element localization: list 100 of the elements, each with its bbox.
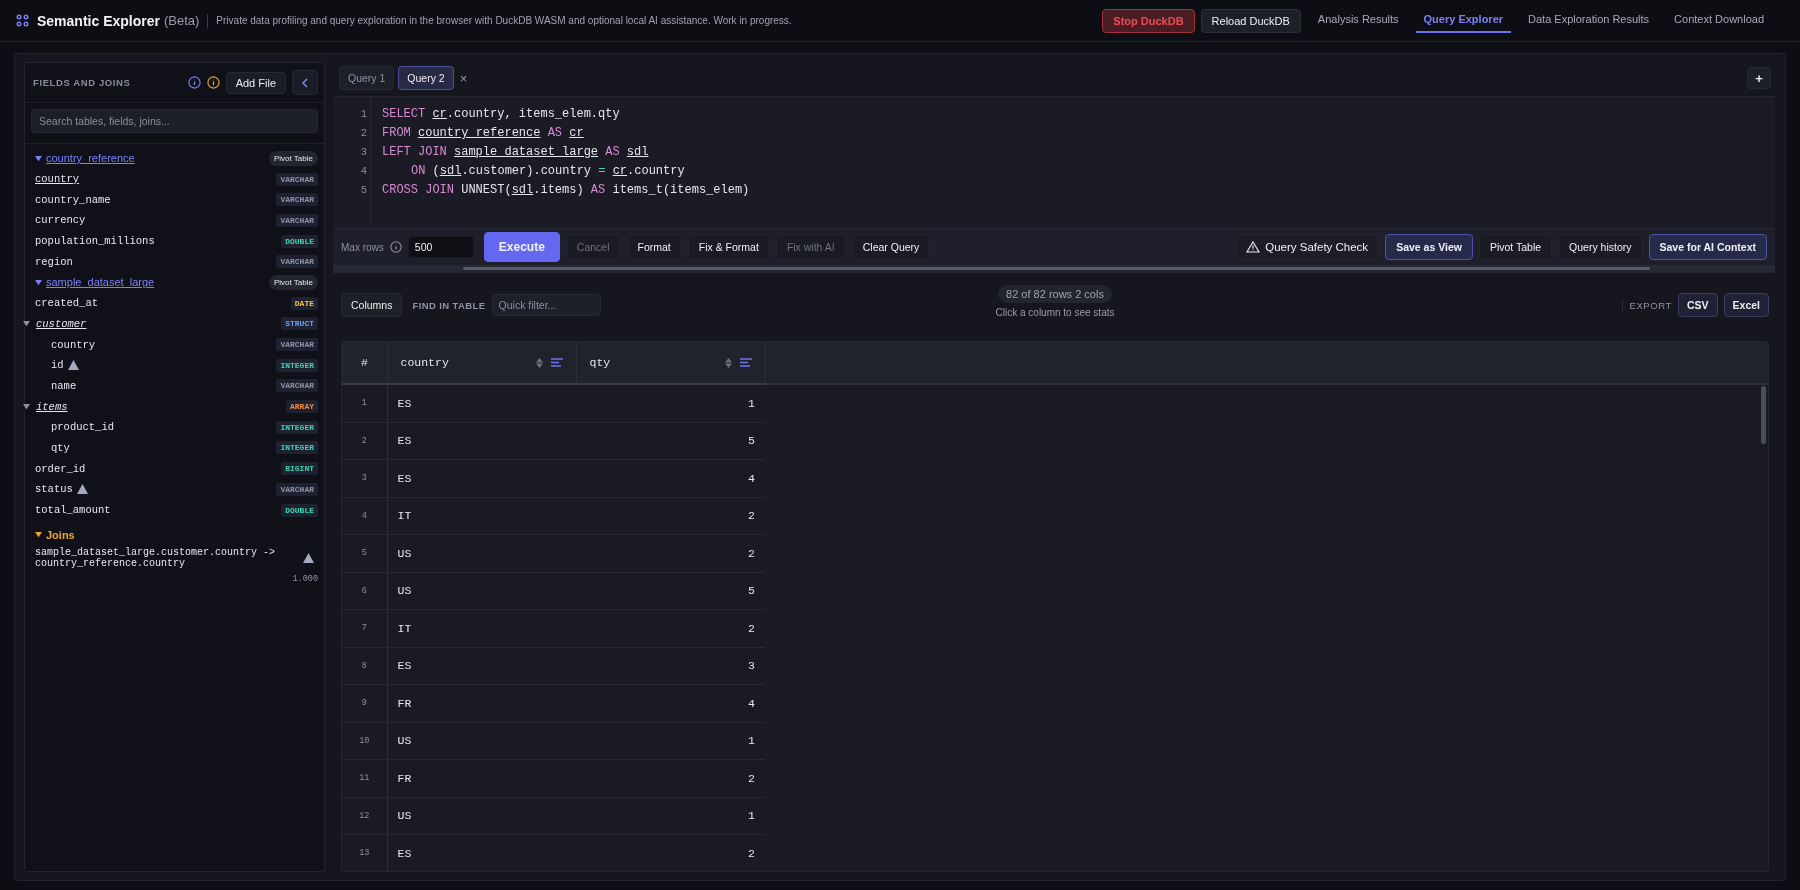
add-query-button[interactable]: +: [1747, 67, 1771, 89]
info-icon[interactable]: [187, 76, 201, 89]
table-name[interactable]: country_reference: [46, 152, 265, 165]
caret-icon[interactable]: [35, 278, 42, 286]
type-label: VARCHAR: [276, 172, 318, 186]
field-name: qty: [51, 441, 70, 454]
table-cell: ES: [387, 459, 576, 497]
table-cell: 1: [576, 384, 765, 422]
app-title: Semantic Explorer: [37, 12, 160, 29]
code-line: SELECT cr.country, items_elem.qty: [382, 106, 621, 123]
field-name: customer: [36, 317, 87, 330]
sort-icon[interactable]: [535, 357, 543, 368]
joins-heading: Joins: [46, 528, 75, 541]
caret-icon[interactable]: [35, 531, 42, 539]
safety-check-button[interactable]: Query Safety Check: [1235, 234, 1380, 260]
add-file-button[interactable]: Add File: [225, 71, 286, 94]
type-label: VARCHAR: [276, 255, 318, 269]
table-cell: 2: [576, 609, 765, 647]
find-label: FIND IN TABLE: [412, 299, 486, 311]
field-name: id: [51, 359, 64, 372]
table-cell: 2: [576, 497, 765, 535]
line-number: 1: [359, 107, 367, 122]
row-number: 6: [342, 572, 387, 610]
sort-icon[interactable]: [724, 357, 732, 368]
row-number: 13: [342, 834, 387, 871]
filter-field[interactable]: Quick filter...: [491, 294, 601, 316]
field-name: status: [35, 483, 73, 496]
tagline: Private data profiling and query exploration in the browser with DuckDB WASM and optional local AI assistance. Work in progress.: [216, 15, 792, 26]
table-cell: ES: [387, 422, 576, 460]
type-label: VARCHAR: [276, 482, 318, 496]
columns-button[interactable]: Columns: [341, 293, 403, 317]
menu-icon[interactable]: [550, 358, 563, 367]
row-number: 11: [342, 759, 387, 797]
table-cell: 2: [576, 534, 765, 572]
table-cell: US: [387, 797, 576, 835]
join-score: 1.000: [292, 574, 318, 585]
table-cell: US: [387, 572, 576, 610]
menu-icon[interactable]: [739, 358, 752, 367]
row-number: 3: [342, 459, 387, 497]
table-cell: 4: [576, 684, 765, 722]
type-label: STRUCT: [281, 317, 318, 331]
code-line: FROM country_reference AS cr: [382, 125, 585, 142]
toolbar-button[interactable]: Save for AI Context: [1648, 234, 1767, 260]
table-cell: 5: [576, 422, 765, 460]
type-label: ARRAY: [286, 400, 318, 414]
nav-tab[interactable]: Query Explorer: [1415, 8, 1512, 33]
nav-tab[interactable]: Context Download: [1666, 8, 1772, 33]
close-tab-button[interactable]: ×: [459, 70, 468, 86]
code-line: CROSS JOIN UNNEST(sdl.items) AS items_t(items_elem): [382, 182, 750, 199]
query-tab[interactable]: Query 1: [339, 66, 395, 90]
type-label: INTEGER: [276, 358, 318, 372]
type-label: DATE: [290, 296, 318, 310]
caret-icon[interactable]: [23, 403, 30, 411]
row-number: 5: [342, 534, 387, 572]
table-cell: FR: [387, 759, 576, 797]
field-name: created_at: [35, 297, 98, 310]
export-button[interactable]: CSV: [1677, 293, 1718, 317]
chevron-left-icon[interactable]: [301, 77, 309, 88]
table-cell: 4: [576, 459, 765, 497]
table-cell: IT: [387, 497, 576, 535]
stop-button[interactable]: Stop DuckDB: [1102, 8, 1195, 33]
toolbar-button[interactable]: Fix & Format: [687, 234, 770, 260]
max-rows-field[interactable]: 500: [407, 236, 474, 258]
caret-icon[interactable]: [35, 154, 42, 162]
toolbar-button[interactable]: Execute: [483, 232, 560, 262]
type-label: VARCHAR: [276, 213, 318, 227]
nav-tab[interactable]: Data Exploration Results: [1520, 8, 1658, 33]
caret-icon[interactable]: [23, 320, 30, 328]
export-button[interactable]: Excel: [1723, 293, 1769, 317]
pivot-table-button[interactable]: Pivot Table: [269, 150, 318, 166]
collapse-button[interactable]: [292, 70, 318, 95]
toolbar-button[interactable]: Clear Query: [851, 234, 931, 260]
type-label: BIGINT: [281, 462, 318, 476]
scrollbar-thumb[interactable]: [1761, 386, 1766, 444]
type-label: VARCHAR: [276, 379, 318, 393]
toolbar-button[interactable]: Query history: [1558, 234, 1643, 260]
query-tab[interactable]: Query 2: [398, 66, 454, 90]
table-cell: 1: [576, 722, 765, 760]
type-label: INTEGER: [276, 441, 318, 455]
toolbar-button[interactable]: Save as View: [1385, 234, 1473, 260]
row-number: 1: [342, 384, 387, 422]
pivot-table-button[interactable]: Pivot Table: [269, 274, 318, 290]
table-cell: 2: [576, 834, 765, 871]
info-icon[interactable]: [206, 76, 220, 89]
reload-button[interactable]: Reload DuckDB: [1200, 8, 1301, 33]
info-icon[interactable]: [389, 241, 402, 253]
search-field[interactable]: Search tables, fields, joins...: [31, 109, 318, 133]
toolbar-button[interactable]: Pivot Table: [1478, 234, 1553, 260]
beta-label: (Beta): [163, 13, 200, 28]
table-cell: IT: [387, 609, 576, 647]
type-label: INTEGER: [276, 420, 318, 434]
type-label: DOUBLE: [281, 503, 318, 517]
toolbar-button[interactable]: Format: [626, 234, 682, 260]
table-name[interactable]: sample_dataset_large: [46, 276, 265, 289]
type-label: VARCHAR: [276, 193, 318, 207]
scrollbar-thumb[interactable]: [463, 267, 1650, 270]
code-line: LEFT JOIN sample_dataset_large AS sdl: [382, 144, 650, 161]
field-name: currency: [35, 214, 86, 227]
line-number: 4: [359, 164, 367, 179]
nav-tab[interactable]: Analysis Results: [1309, 8, 1407, 33]
